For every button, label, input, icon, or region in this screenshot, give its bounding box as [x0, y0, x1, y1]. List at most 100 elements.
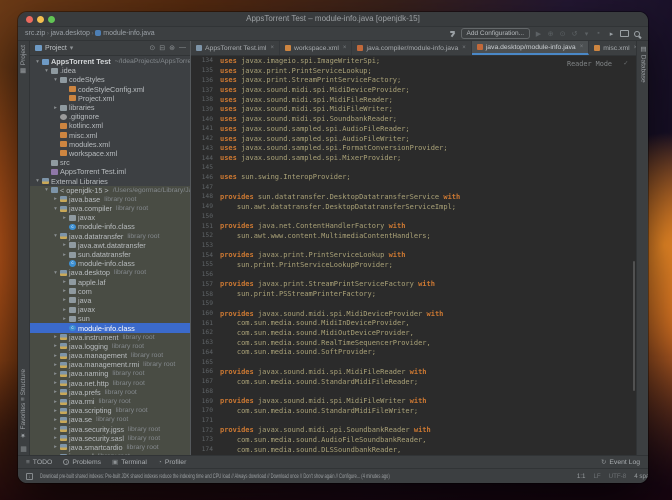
tree-item[interactable]: ▸java.smartcardiolibrary root [30, 443, 190, 452]
tree-item[interactable]: ▸java.logginglibrary root [30, 342, 190, 351]
code-line[interactable]: 141uses javax.sound.sampled.spi.AudioFil… [191, 124, 636, 134]
tree-item[interactable]: AppsTorrent Test.iml [30, 167, 190, 176]
tree-collapsed-arrow-icon[interactable]: ▸ [52, 389, 59, 395]
code-line[interactable]: 167 com.sun.media.sound.StandardMidiFile… [191, 377, 636, 387]
tree-collapsed-arrow-icon[interactable]: ▸ [52, 444, 59, 450]
editor-scrollbar[interactable] [633, 261, 636, 391]
editor-tab[interactable]: misc.xml× [589, 41, 636, 55]
code-line[interactable]: 158 sun.print.PSStreamPrinterFactory; [191, 289, 636, 299]
code-line[interactable]: 150 [191, 212, 636, 222]
tree-item[interactable]: ▾java.desktoplibrary root [30, 268, 190, 277]
locate-icon[interactable]: ⊙ [149, 44, 155, 52]
code-line[interactable]: 162 com.sun.media.sound.MidiOutDevicePro… [191, 328, 636, 338]
tree-item[interactable]: kotlinc.xml [30, 121, 190, 130]
code-line[interactable]: 168 [191, 386, 636, 396]
breadcrumb-item[interactable]: src.zip [25, 30, 45, 37]
code-line[interactable]: 163 com.sun.media.sound.RealTimeSequence… [191, 338, 636, 348]
tree-expanded-arrow-icon[interactable]: ▾ [34, 59, 41, 65]
sidebar-item-favorites-structure[interactable]: ★ Favorites ≡ Structure [20, 365, 28, 443]
stop-icon[interactable]: ▪ [594, 30, 603, 37]
code-line[interactable]: 143uses javax.sound.sampled.spi.FormatCo… [191, 143, 636, 153]
run-icon[interactable]: ▶ [534, 30, 543, 38]
tree-item[interactable]: Project.xml [30, 94, 190, 103]
toolwindow-switcher-icon[interactable]: ▦ [20, 443, 27, 455]
tree-item[interactable]: cmodule-info.class [30, 222, 190, 231]
tree-item[interactable]: ▸java.naminglibrary root [30, 369, 190, 378]
tree-item[interactable]: ▾.idea [30, 66, 190, 75]
tree-expanded-arrow-icon[interactable]: ▾ [43, 68, 50, 74]
code-line[interactable]: 139uses javax.sound.midi.spi.MidiFileWri… [191, 105, 636, 115]
tree-item[interactable]: ▾< openjdk-15 >/Users/egormac/Library/Ja… [30, 186, 190, 195]
tree-expanded-arrow-icon[interactable]: ▾ [52, 270, 59, 276]
status-message[interactable]: Download pre-built shared indexes: Pre-b… [40, 473, 390, 480]
tree-collapsed-arrow-icon[interactable]: ▸ [61, 297, 68, 303]
rerun-icon[interactable]: ↺ [570, 30, 579, 38]
editor-tab[interactable]: AppsTorrent Test.iml× [191, 41, 280, 55]
reader-mode-label[interactable]: Reader Mode [567, 60, 612, 68]
code-line[interactable]: 173 com.sun.media.sound.AudioFileSoundba… [191, 435, 636, 445]
tree-item[interactable]: ▸apple.laf [30, 278, 190, 287]
tree-item[interactable]: ▸java.instrumentlibrary root [30, 333, 190, 342]
tree-item[interactable]: ▸javax [30, 213, 190, 222]
tree-item[interactable]: ▾External Libraries [30, 176, 190, 185]
tree-collapsed-arrow-icon[interactable]: ▸ [52, 362, 59, 368]
tree-item[interactable]: ▸java.baselibrary root [30, 195, 190, 204]
code-line[interactable]: 159 [191, 299, 636, 309]
tree-item[interactable]: ▸java.management.rmilibrary root [30, 360, 190, 369]
code-line[interactable]: 152 sun.awt.www.content.MultimediaConten… [191, 231, 636, 241]
status-segment[interactable]: UTF-8 [609, 473, 627, 480]
tree-collapsed-arrow-icon[interactable]: ▸ [61, 279, 68, 285]
tree-collapsed-arrow-icon[interactable]: ▸ [61, 215, 68, 221]
project-toolwindow-header[interactable]: Project ▾ ⊙⊟⊛— [30, 41, 190, 56]
breadcrumb-item[interactable]: java.desktop [51, 30, 90, 37]
code-line[interactable]: 148provides sun.datatransfer.DesktopData… [191, 192, 636, 202]
tree-collapsed-arrow-icon[interactable]: ▸ [52, 105, 59, 111]
tree-item[interactable]: cmodule-info.class [30, 323, 190, 332]
tree-collapsed-arrow-icon[interactable]: ▸ [61, 307, 68, 313]
problems-button[interactable]: !Problems [63, 458, 101, 466]
hide-icon[interactable]: — [179, 44, 186, 52]
sidebar-item-database[interactable]: ▤ Database [639, 41, 647, 87]
sidebar-item-project[interactable]: ▦ Project [20, 41, 28, 79]
code-line[interactable]: 166provides javax.sound.midi.spi.MidiFil… [191, 367, 636, 377]
code-line[interactable]: 172provides javax.sound.midi.spi.Soundba… [191, 425, 636, 435]
tree-collapsed-arrow-icon[interactable]: ▸ [52, 435, 59, 441]
tree-expanded-arrow-icon[interactable]: ▾ [52, 77, 59, 83]
code-line[interactable]: 160provides javax.sound.midi.spi.MidiDev… [191, 309, 636, 319]
editor-tab[interactable]: java.compiler/module-info.java× [352, 41, 471, 55]
tree-expanded-arrow-icon[interactable]: ▾ [52, 233, 59, 239]
build-icon[interactable] [449, 30, 457, 38]
chevron-down-icon[interactable]: ▾ [70, 44, 74, 52]
tree-item[interactable]: ▸java.security.jgsslibrary root [30, 425, 190, 434]
code-line[interactable]: 142uses javax.sound.sampled.spi.AudioFil… [191, 134, 636, 144]
code-line[interactable]: 138uses javax.sound.midi.spi.MidiFileRea… [191, 95, 636, 105]
tree-item[interactable]: ▸java.rmilibrary root [30, 397, 190, 406]
tree-item[interactable]: ▸java.security.sasllibrary root [30, 434, 190, 443]
coverage-icon[interactable]: ⊙ [558, 30, 567, 38]
tree-item[interactable]: ▸java.scriptinglibrary root [30, 406, 190, 415]
code-line[interactable]: 144uses javax.sound.sampled.spi.MixerPro… [191, 153, 636, 163]
tree-collapsed-arrow-icon[interactable]: ▸ [52, 399, 59, 405]
tree-collapsed-arrow-icon[interactable]: ▸ [52, 408, 59, 414]
layout-icon[interactable] [620, 30, 629, 37]
terminal-button[interactable]: ▣Terminal [112, 458, 147, 466]
code-line[interactable]: 145 [191, 163, 636, 173]
run-chevron-icon[interactable]: ▾ [582, 30, 591, 38]
code-line[interactable]: 156 [191, 270, 636, 280]
tree-item[interactable]: ▸libraries [30, 103, 190, 112]
maximize-window-button[interactable] [48, 16, 55, 23]
code-line[interactable]: 170 com.sun.media.sound.StandardMidiFile… [191, 406, 636, 416]
tree-expanded-arrow-icon[interactable]: ▾ [52, 206, 59, 212]
tab-close-icon[interactable]: × [343, 45, 347, 51]
tree-item[interactable]: ▾AppsTorrent Test~/IdeaProjects/AppsTorr… [30, 57, 190, 66]
profiler-button[interactable]: ◔Profiler [158, 458, 186, 466]
code-line[interactable]: 146uses sun.swing.InteropProvider; [191, 173, 636, 183]
tree-collapsed-arrow-icon[interactable]: ▸ [52, 353, 59, 359]
tree-item[interactable]: misc.xml [30, 131, 190, 140]
tree-item[interactable]: src [30, 158, 190, 167]
status-segment[interactable]: LF [593, 473, 600, 480]
tree-expanded-arrow-icon[interactable]: ▾ [34, 178, 41, 184]
tree-item[interactable]: ▸javax [30, 305, 190, 314]
close-window-button[interactable] [26, 16, 33, 23]
code-line[interactable]: 155 sun.print.PrintServiceLookupProvider… [191, 260, 636, 270]
